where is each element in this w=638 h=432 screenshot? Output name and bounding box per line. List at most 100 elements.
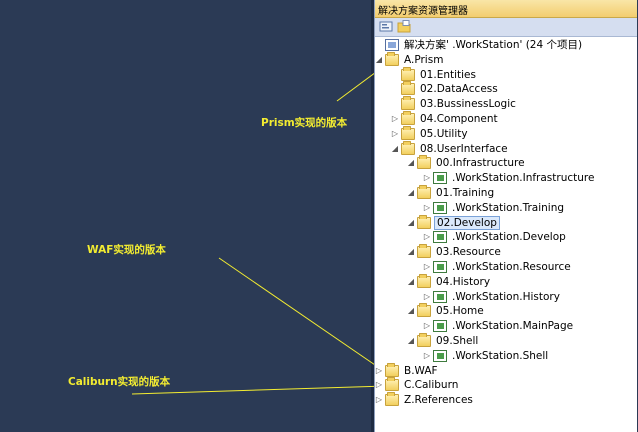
folder-icon (385, 362, 399, 377)
project-icon (433, 290, 447, 303)
collapse-arrow-icon[interactable]: ◢ (407, 247, 415, 256)
panel-title-bar[interactable]: 解决方案资源管理器 (375, 0, 637, 18)
folder-icon (401, 81, 415, 96)
tree-node-label: 03.BussinessLogic (420, 98, 516, 111)
tree-node-label: 02.DataAccess (420, 83, 498, 96)
collapse-arrow-icon[interactable]: ◢ (407, 188, 415, 197)
expand-arrow-icon[interactable]: ▷ (423, 321, 431, 330)
folder-node[interactable]: 01.Entities (375, 66, 637, 82)
folder-node[interactable]: ▷ C.Caliburn (375, 377, 637, 392)
expand-arrow-icon[interactable]: ▷ (375, 380, 383, 389)
expand-arrow-icon[interactable]: ▷ (375, 366, 383, 375)
folder-node[interactable]: 03.BussinessLogic (375, 96, 637, 111)
tree-node-label: C.Caliburn (404, 379, 459, 392)
expand-arrow-icon[interactable]: ▷ (423, 232, 431, 241)
folder-node[interactable]: ◢ 00.Infrastructure (375, 155, 637, 170)
project-icon (433, 261, 447, 273)
project-node[interactable]: ▷ .WorkStation.History (375, 290, 637, 304)
collapse-arrow-icon[interactable]: ◢ (407, 336, 415, 345)
collapse-arrow-icon[interactable]: ◢ (375, 55, 383, 64)
project-icon (433, 201, 447, 214)
expand-arrow-icon[interactable]: ▷ (423, 351, 431, 360)
collapse-arrow-icon[interactable]: ◢ (407, 277, 415, 286)
tree-node-label: .WorkStation.Resource (452, 261, 571, 273)
folder-icon (401, 96, 415, 111)
project-node[interactable]: ▷ .WorkStation.Training (375, 201, 637, 215)
expand-arrow-icon[interactable]: ▷ (423, 203, 431, 212)
tree-node-label: A.Prism (404, 53, 444, 66)
show-all-files-icon[interactable] (397, 20, 411, 33)
folder-icon (417, 303, 431, 318)
project-node[interactable]: ▷ .WorkStation.Infrastructure (375, 171, 637, 185)
tree-node-label: 03.Resource (436, 246, 501, 259)
folder-icon (385, 377, 399, 392)
folder-icon (385, 392, 399, 407)
solution-node[interactable]: 解决方案' .WorkStation' (24 个项目) (375, 38, 637, 52)
folder-node[interactable]: ▷ 05.Utility (375, 125, 637, 141)
tree-node-label: B.WAF (404, 364, 438, 377)
tree-node-label: .WorkStation.Develop (452, 231, 566, 244)
tree-node-label: 解决方案' .WorkStation' (24 个项目) (404, 39, 583, 51)
tree-node-label: 02.Develop (434, 215, 500, 230)
tree-node-label: 05.Home (436, 305, 484, 318)
folder-node[interactable]: ◢ 01.Training (375, 185, 637, 200)
folder-node[interactable]: ◢ 05.Home (375, 303, 637, 318)
folder-icon (401, 111, 415, 125)
expand-arrow-icon[interactable]: ▷ (375, 395, 383, 404)
folder-icon (385, 51, 399, 66)
project-node[interactable]: ▷ .WorkStation.Shell (375, 349, 637, 363)
tree-node-label: 05.Utility (420, 127, 468, 140)
project-icon (433, 231, 447, 244)
project-node[interactable]: ▷ .WorkStation.MainPage (375, 319, 637, 333)
collapse-arrow-icon[interactable]: ◢ (407, 218, 415, 227)
folder-node[interactable]: ▷ 04.Component (375, 111, 637, 126)
expand-arrow-icon[interactable]: ▷ (423, 173, 431, 182)
folder-icon (417, 214, 431, 229)
folder-icon (401, 66, 415, 81)
folder-node[interactable]: ▷ B.WAF (375, 362, 637, 378)
folder-icon (417, 273, 431, 288)
tree-node-label: 08.UserInterface (420, 142, 508, 155)
folder-node[interactable]: 02.DataAccess (375, 81, 637, 96)
folder-icon (417, 333, 431, 347)
folder-icon (417, 244, 431, 259)
tree-node-label: 01.Entities (420, 68, 476, 81)
solution-icon (385, 39, 399, 51)
folder-node[interactable]: ◢ 04.History (375, 273, 637, 289)
tree-node-label: 04.Component (420, 113, 498, 125)
folder-node[interactable]: ◢ A.Prism (375, 51, 637, 67)
panel-title: 解决方案资源管理器 (378, 6, 468, 17)
project-icon (433, 320, 447, 333)
collapse-arrow-icon[interactable]: ◢ (391, 144, 399, 153)
folder-node[interactable]: ◢ 08.UserInterface (375, 140, 637, 156)
expand-arrow-icon[interactable]: ▷ (423, 262, 431, 271)
folder-icon (417, 185, 431, 199)
expand-arrow-icon[interactable]: ▷ (391, 129, 399, 138)
collapse-arrow-icon[interactable]: ◢ (407, 158, 415, 167)
tree-node-label: .WorkStation.Infrastructure (452, 172, 595, 185)
tree-node-label: 00.Infrastructure (436, 157, 525, 170)
folder-node[interactable]: ▷ Z.References (375, 392, 637, 407)
solution-explorer-panel: 解决方案资源管理器 解决方案' .WorkStation' (24 个项目) ◢ A… (374, 0, 637, 432)
expand-arrow-icon[interactable]: ▷ (391, 114, 399, 123)
screenshot-stage: Prism实现的版本 WAF实现的版本 Caliburn实现的版本 解决方案资源… (0, 0, 638, 432)
tree-node-label: .WorkStation.History (452, 290, 560, 303)
properties-icon[interactable] (379, 20, 393, 33)
collapse-arrow-icon[interactable]: ◢ (407, 306, 415, 315)
tree-node-label: .WorkStation.Shell (452, 349, 549, 362)
project-node[interactable]: ▷ .WorkStation.Develop (375, 230, 637, 244)
expand-arrow-icon[interactable]: ▷ (423, 292, 431, 301)
folder-node[interactable]: ◢ 03.Resource (375, 244, 637, 259)
folder-node[interactable]: ◢ 02.Develop (375, 214, 637, 230)
folder-node[interactable]: ◢ 09.Shell (375, 333, 637, 348)
caliburn-annotation: Caliburn实现的版本 (68, 376, 171, 388)
tree-node-label: 09.Shell (436, 335, 479, 347)
project-icon (433, 349, 447, 362)
folder-icon (401, 140, 415, 155)
project-node[interactable]: ▷ .WorkStation.Resource (375, 260, 637, 274)
prism-annotation: Prism实现的版本 (261, 117, 348, 129)
